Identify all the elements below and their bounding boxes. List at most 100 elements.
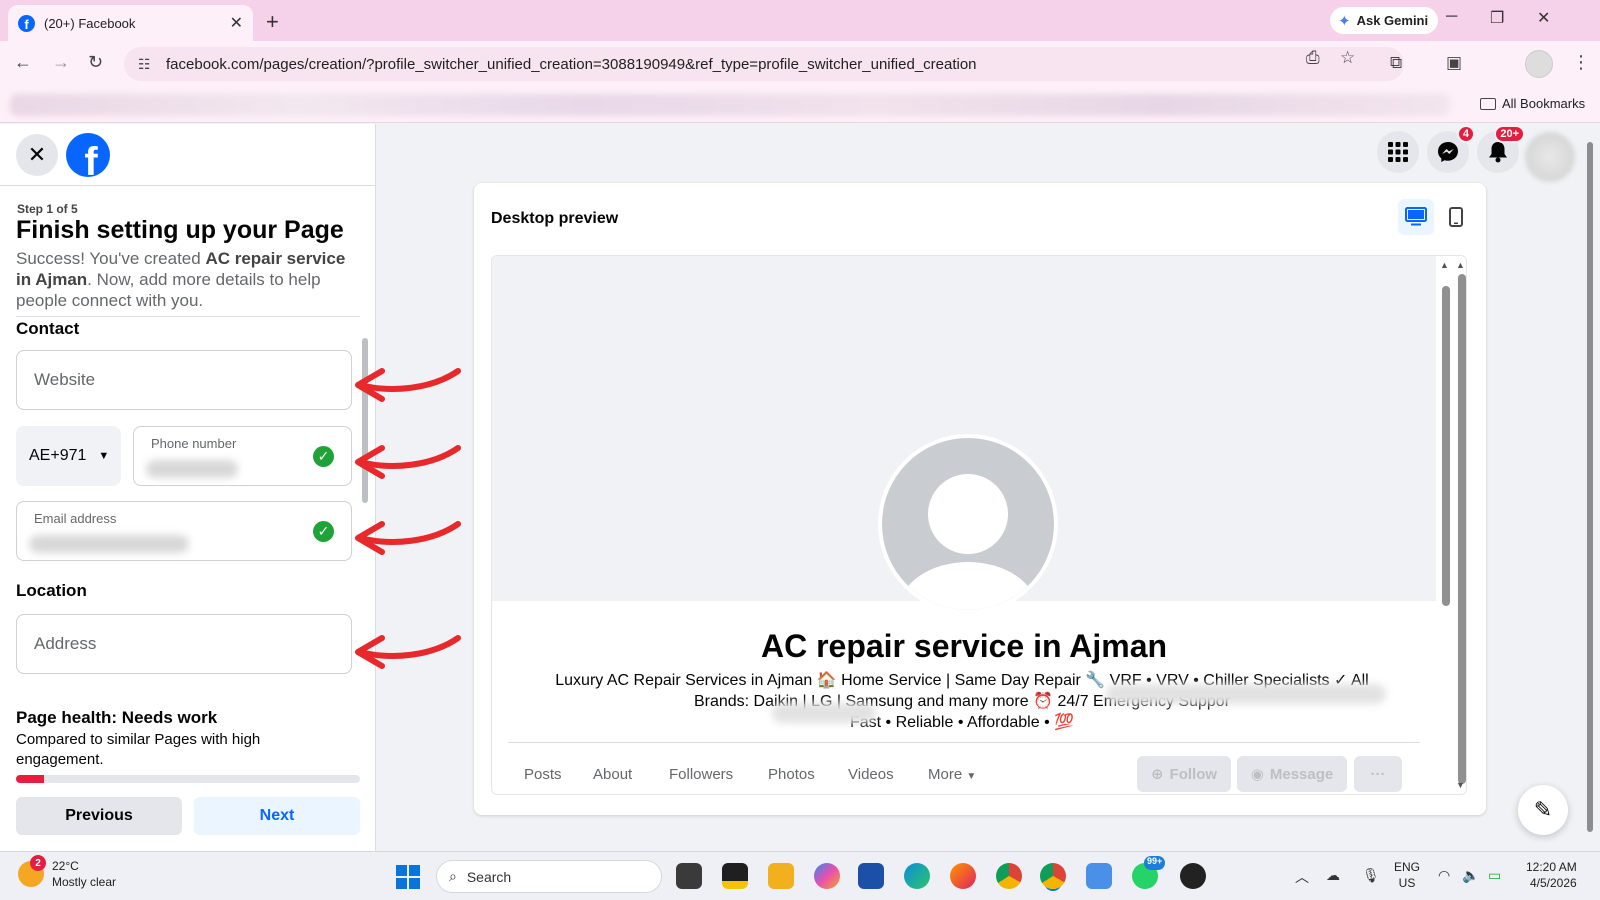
next-button[interactable]: Next [194, 797, 360, 835]
whatsapp-badge: 99+ [1144, 856, 1166, 870]
ask-gemini-button[interactable]: ✦ Ask Gemini [1330, 7, 1439, 34]
clock[interactable]: 12:20 AM 4/5/2026 [1526, 859, 1577, 891]
ask-gemini-label: Ask Gemini [1356, 13, 1429, 28]
minimize-icon[interactable]: ─ [1446, 8, 1457, 26]
page-scrollbar[interactable] [1584, 130, 1596, 850]
preview-tab-posts[interactable]: Posts [524, 766, 562, 783]
desktop-preview-label: Desktop preview [491, 210, 619, 227]
preview-inner-scrollbar[interactable] [1442, 286, 1450, 606]
browser-tab[interactable]: f (20+) Facebook ✕ [8, 5, 253, 41]
wifi-icon[interactable]: ◠ [1438, 867, 1450, 884]
forward-icon[interactable]: → [52, 52, 70, 73]
preview-tab-photos[interactable]: Photos [768, 766, 815, 783]
page-health-fill [16, 775, 44, 783]
onedrive-icon[interactable]: ☁ [1326, 867, 1340, 884]
copilot-icon[interactable] [814, 863, 840, 889]
preview-divider [508, 742, 1420, 743]
windows-start-icon[interactable] [396, 865, 420, 889]
taskbar-search-box[interactable]: ⌕ Search [436, 860, 662, 893]
country-code-value: AE+971 [29, 447, 87, 464]
address-field[interactable]: Address [16, 614, 352, 674]
new-tab-icon[interactable]: + [266, 9, 279, 35]
window-close-icon[interactable]: ✕ [1537, 8, 1550, 28]
app-icon[interactable] [1180, 863, 1206, 889]
caret-down-icon: ▼ [98, 450, 110, 462]
follow-label: Follow [1169, 765, 1218, 783]
weather-badge: 2 [30, 855, 46, 871]
location-section-label: Location [16, 581, 87, 600]
page-setup-panel: ✕ f Step 1 of 5 Finish setting up your P… [0, 124, 376, 851]
setup-title: Finish setting up your Page [16, 216, 344, 244]
desktop-view-button[interactable] [1398, 199, 1434, 235]
browser-menu-icon[interactable]: ⋮ [1572, 52, 1590, 73]
contact-section-label: Contact [16, 319, 80, 338]
show-hidden-icons-icon[interactable]: ︿ [1295, 867, 1309, 887]
preview-more-button: ··· [1354, 756, 1402, 792]
notifications-badge: 20+ [1494, 125, 1525, 143]
microphone-icon[interactable]: 🎙 [1362, 867, 1380, 884]
account-avatar[interactable] [1525, 132, 1575, 182]
search-icon: ⌕ [449, 868, 457, 884]
firefox-icon[interactable] [950, 863, 976, 889]
country-code-select[interactable]: AE+971 ▼ [16, 426, 121, 486]
preview-tab-videos[interactable]: Videos [848, 766, 894, 783]
edge-icon[interactable] [904, 863, 930, 889]
more-caret-icon: ▼ [966, 771, 977, 782]
menu-button[interactable] [1377, 131, 1419, 173]
all-bookmarks-button[interactable]: All Bookmarks [1480, 96, 1585, 111]
annotation-arrow-phone [355, 445, 461, 479]
scroll-up-arrow-icon[interactable]: ▲ [1440, 260, 1449, 270]
mobile-view-button[interactable] [1438, 199, 1474, 235]
sticky-notes-icon[interactable] [722, 863, 748, 889]
message-label: Message [1269, 765, 1334, 783]
new-message-button[interactable]: ✎ [1518, 785, 1568, 835]
page-scrollbar-thumb[interactable] [1587, 142, 1593, 832]
blurred-bookmarks [10, 94, 1450, 116]
email-address-field[interactable]: Email address ✓ [16, 501, 352, 561]
keyboard-region: US [1398, 876, 1416, 890]
chrome-icon[interactable] [996, 863, 1022, 889]
close-setup-button[interactable]: ✕ [16, 134, 58, 176]
messenger-icon [1438, 142, 1458, 162]
phone-number-field[interactable]: Phone number ✓ [133, 426, 352, 486]
notepad-icon[interactable] [1086, 863, 1112, 889]
microsoft-store-icon[interactable] [858, 863, 884, 889]
scroll-down-arrow-icon[interactable]: ▼ [1456, 780, 1465, 790]
preview-tab-more[interactable]: More ▼ [928, 766, 976, 783]
address-bar[interactable]: ☷ facebook.com/pages/creation/?profile_s… [124, 47, 1404, 81]
follow-icon: ⊕ [1150, 766, 1164, 783]
bookmark-star-icon[interactable]: ☆ [1340, 48, 1355, 68]
messenger-button[interactable]: 4 [1427, 125, 1475, 173]
back-icon[interactable]: ← [14, 52, 32, 73]
task-view-icon[interactable] [676, 863, 702, 889]
temperature: 22°C [52, 859, 79, 873]
notifications-button[interactable]: 20+ [1477, 125, 1525, 173]
facebook-favicon-icon: f [18, 14, 35, 32]
install-app-icon[interactable]: ⎙ [1306, 48, 1320, 68]
site-info-icon[interactable]: ☷ [138, 56, 154, 73]
preview-tab-about[interactable]: About [593, 766, 632, 783]
tab-title: (20+) Facebook [44, 15, 136, 31]
restore-icon[interactable]: ❐ [1490, 8, 1504, 28]
browser-profile-avatar[interactable] [1525, 50, 1553, 78]
annotation-arrow-email [355, 521, 461, 555]
language-indicator[interactable]: ENG US [1394, 859, 1420, 891]
facebook-logo-icon[interactable]: f [66, 133, 110, 177]
scroll-up-arrow-icon-2[interactable]: ▲ [1456, 260, 1465, 270]
extensions-icon[interactable]: ⧉ [1390, 53, 1402, 73]
chrome-active-icon[interactable] [1040, 863, 1066, 889]
previous-button[interactable]: Previous [16, 797, 182, 835]
tab-close-icon[interactable]: ✕ [230, 13, 243, 33]
setup-panel-header: ✕ f [0, 124, 375, 186]
reload-icon[interactable]: ↻ [88, 52, 103, 73]
url-text: facebook.com/pages/creation/?profile_swi… [166, 55, 977, 73]
weather-widget[interactable]: 2 22°C Mostly clear [18, 855, 116, 890]
website-field[interactable]: Website [16, 350, 352, 410]
battery-icon[interactable]: ▭ [1488, 867, 1501, 884]
volume-icon[interactable]: 🔈 [1462, 867, 1479, 884]
file-explorer-icon[interactable] [768, 863, 794, 889]
preview-outer-scrollbar[interactable] [1458, 274, 1466, 784]
mobile-phone-icon [1449, 207, 1463, 227]
side-panel-icon[interactable]: ▣ [1446, 53, 1462, 73]
preview-tab-followers[interactable]: Followers [669, 766, 733, 783]
